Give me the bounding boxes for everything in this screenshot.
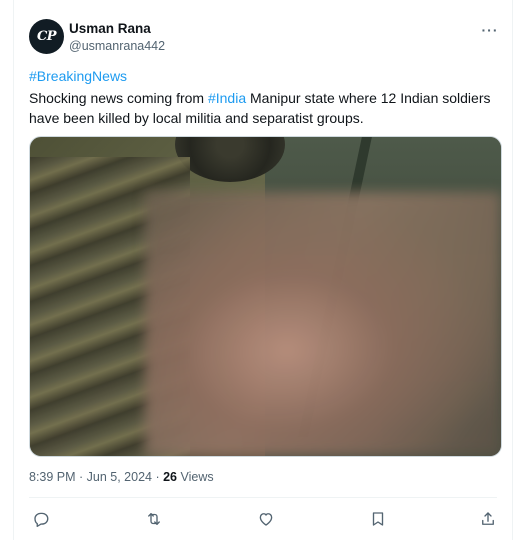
repost-icon[interactable] bbox=[143, 508, 165, 530]
views-label: Views bbox=[177, 470, 214, 484]
tweet-text-part-1: Shocking news coming from bbox=[29, 90, 208, 106]
divider bbox=[29, 497, 497, 498]
reply-icon[interactable] bbox=[30, 508, 52, 530]
author-name[interactable]: Usman Rana bbox=[69, 21, 151, 36]
bookmark-icon[interactable] bbox=[367, 508, 389, 530]
hashtag-india[interactable]: #India bbox=[208, 90, 246, 106]
like-icon[interactable] bbox=[255, 508, 277, 530]
tweet-text: Shocking news coming from #India Manipur… bbox=[29, 88, 499, 128]
more-options-icon[interactable]: ··· bbox=[482, 22, 498, 38]
author-handle[interactable]: @usmanrana442 bbox=[69, 39, 165, 53]
media-blurred-area bbox=[145, 192, 501, 456]
tweet-meta: 8:39 PM · Jun 5, 2024 · 26 Views bbox=[29, 470, 214, 484]
share-icon[interactable] bbox=[477, 508, 499, 530]
views-count: 26 bbox=[163, 470, 178, 484]
hashtag-breaking-news[interactable]: #BreakingNews bbox=[29, 68, 127, 84]
avatar[interactable]: CP bbox=[29, 19, 64, 54]
tweet-time[interactable]: 8:39 PM · Jun 5, 2024 · bbox=[29, 470, 163, 484]
tweet-card: CP Usman Rana @usmanrana442 ··· #Breakin… bbox=[13, 0, 513, 540]
action-bar bbox=[29, 508, 497, 530]
avatar-logo-text: CP bbox=[36, 29, 57, 44]
tweet-media-image[interactable] bbox=[29, 136, 502, 457]
